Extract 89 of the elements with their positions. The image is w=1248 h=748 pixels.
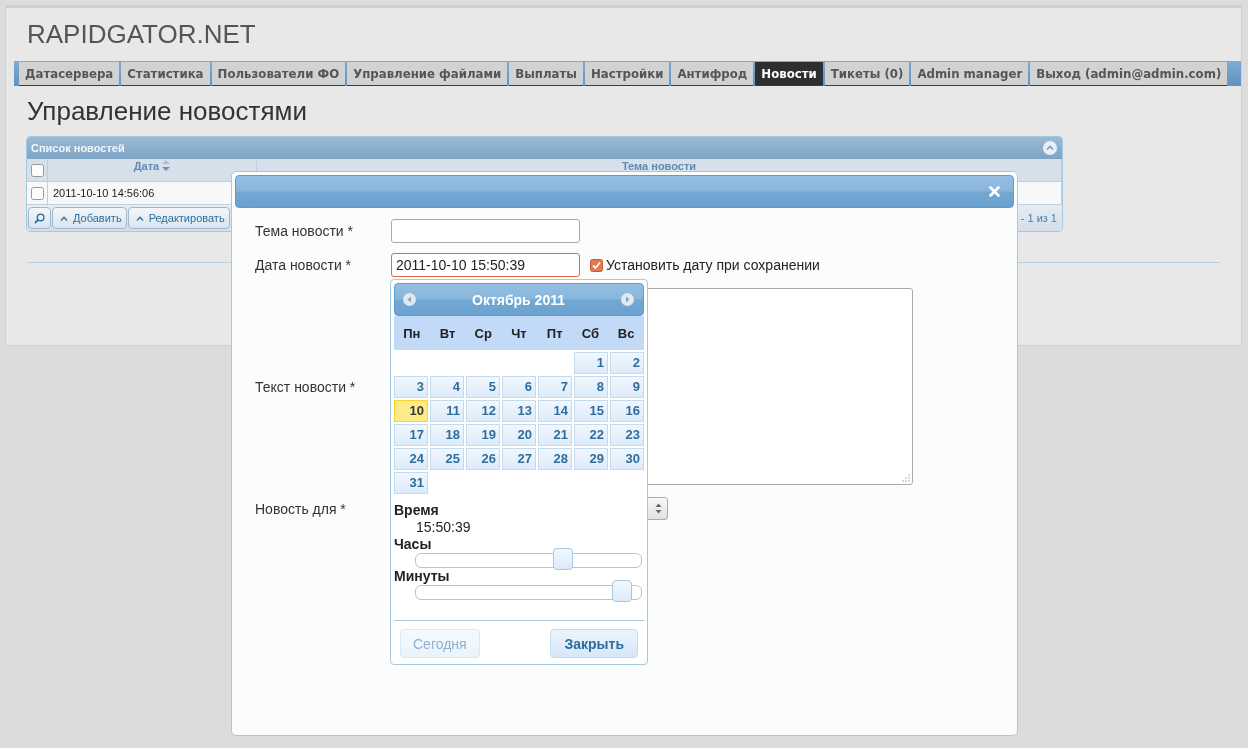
day-cell[interactable]: 8 xyxy=(574,376,608,398)
nav-tab[interactable]: Выплаты xyxy=(509,62,583,86)
day-cell[interactable]: 26 xyxy=(466,448,500,470)
row-checkbox[interactable] xyxy=(30,186,44,200)
nav-tab[interactable]: Тикеты (0) xyxy=(824,62,910,86)
day-cell[interactable]: 5 xyxy=(466,376,500,398)
next-icon[interactable] xyxy=(621,293,634,306)
weekday-label: Пн xyxy=(402,325,422,341)
select-all-checkbox[interactable] xyxy=(30,163,44,177)
done-button[interactable]: Закрыть xyxy=(550,629,638,658)
day-cell[interactable]: 31 xyxy=(394,472,428,494)
nav-tab[interactable]: Настройки xyxy=(584,62,670,86)
field-label: Тема новости * xyxy=(255,223,354,239)
checkbox-label: Установить дату при сохранении xyxy=(606,257,820,273)
column-header[interactable]: Дата xyxy=(133,159,171,172)
nav-tab[interactable]: Admin manager xyxy=(911,62,1029,86)
day-cell[interactable]: 16 xyxy=(610,400,644,422)
weekday-label: Вт xyxy=(438,325,457,341)
day-cell[interactable]: 20 xyxy=(502,424,536,446)
caret-up-icon xyxy=(135,215,144,221)
day-cell[interactable]: 28 xyxy=(538,448,572,470)
nav-tab[interactable]: Новости xyxy=(755,62,823,86)
day-cell[interactable]: 18 xyxy=(430,424,464,446)
day-cell[interactable]: 6 xyxy=(502,376,536,398)
day-cell[interactable]: 10 xyxy=(394,400,428,422)
day-cell[interactable]: 23 xyxy=(610,424,644,446)
day-cell[interactable]: 12 xyxy=(466,400,500,422)
slider-track[interactable] xyxy=(415,548,642,570)
day-cell[interactable]: 29 xyxy=(574,448,608,470)
slider-label: Минуты xyxy=(394,568,451,584)
weekday-label: Вс xyxy=(616,325,636,341)
table-cell: 2011-10-10 14:56:06 xyxy=(53,187,155,199)
updown-arrows-icon xyxy=(655,503,662,514)
day-cell[interactable]: 2 xyxy=(610,352,644,374)
text-field[interactable] xyxy=(391,219,580,243)
day-cell[interactable]: 30 xyxy=(610,448,644,470)
day-cell[interactable]: 17 xyxy=(394,424,428,446)
weekday-label: Ср xyxy=(473,325,493,341)
checkbox[interactable] xyxy=(590,258,603,272)
day-cell[interactable]: 7 xyxy=(538,376,572,398)
column-header[interactable]: Тема новости xyxy=(621,159,697,172)
previous-icon[interactable] xyxy=(403,293,416,306)
time-value: 15:50:39 xyxy=(415,518,472,536)
nav-tab[interactable]: Пользователи ФО xyxy=(211,62,346,86)
pager-button[interactable]: Добавить xyxy=(52,207,127,229)
day-cell[interactable]: 15 xyxy=(574,400,608,422)
day-cell[interactable]: 4 xyxy=(430,376,464,398)
slider-handle[interactable] xyxy=(552,548,573,570)
day-cell[interactable]: 13 xyxy=(502,400,536,422)
page-title: Управление новостями xyxy=(27,95,307,127)
day-cell[interactable]: 1 xyxy=(574,352,608,374)
time-heading: Время xyxy=(394,502,440,518)
day-cell[interactable]: 25 xyxy=(430,448,464,470)
field-label: Новость для * xyxy=(255,500,347,517)
search-icon xyxy=(34,212,45,224)
month-title: Октябрь 2011 xyxy=(472,291,565,308)
weekday-label: Пт xyxy=(545,325,564,341)
site-logo: RAPIDGATOR.NET xyxy=(27,19,256,50)
weekday-label: Чт xyxy=(510,325,528,341)
nav-tab[interactable]: Выход (admin@admin.com) xyxy=(1030,62,1228,86)
grid-title: Список новостей xyxy=(31,142,125,154)
slider-label: Часы xyxy=(394,536,433,552)
slider-handle[interactable] xyxy=(611,580,632,602)
day-cell[interactable]: 19 xyxy=(466,424,500,446)
weekday-label: Сб xyxy=(580,325,601,341)
caret-up-icon xyxy=(60,215,68,221)
day-cell[interactable]: 9 xyxy=(610,376,644,398)
day-cell[interactable]: 11 xyxy=(430,400,464,422)
nav-tab[interactable]: Датасервера xyxy=(19,62,120,86)
close-icon xyxy=(989,186,1000,197)
day-cell[interactable]: 3 xyxy=(394,376,428,398)
field-label: Дата новости * xyxy=(255,257,353,273)
day-cell[interactable]: 24 xyxy=(394,448,428,470)
nav-tab[interactable]: Статистика xyxy=(121,62,210,86)
pager-info: - 1 из 1 xyxy=(1020,212,1058,224)
date-field[interactable]: 2011-10-10 15:50:39 xyxy=(391,253,580,277)
day-cell[interactable]: 22 xyxy=(574,424,608,446)
sort-icon xyxy=(162,160,171,171)
day-cell[interactable]: 21 xyxy=(538,424,572,446)
resize-grip-icon[interactable] xyxy=(902,474,910,482)
field-label: Текст новости * xyxy=(255,378,357,395)
nav-tab[interactable]: Антифрод xyxy=(671,62,754,86)
search-button[interactable] xyxy=(28,207,51,229)
collapse-icon[interactable] xyxy=(1043,141,1057,155)
day-cell[interactable]: 14 xyxy=(538,400,572,422)
day-cell[interactable]: 27 xyxy=(502,448,536,470)
nav-tab[interactable]: Управление файлами xyxy=(347,62,508,86)
pager-button[interactable]: Редактировать xyxy=(127,207,230,229)
close-button[interactable] xyxy=(989,186,1000,197)
